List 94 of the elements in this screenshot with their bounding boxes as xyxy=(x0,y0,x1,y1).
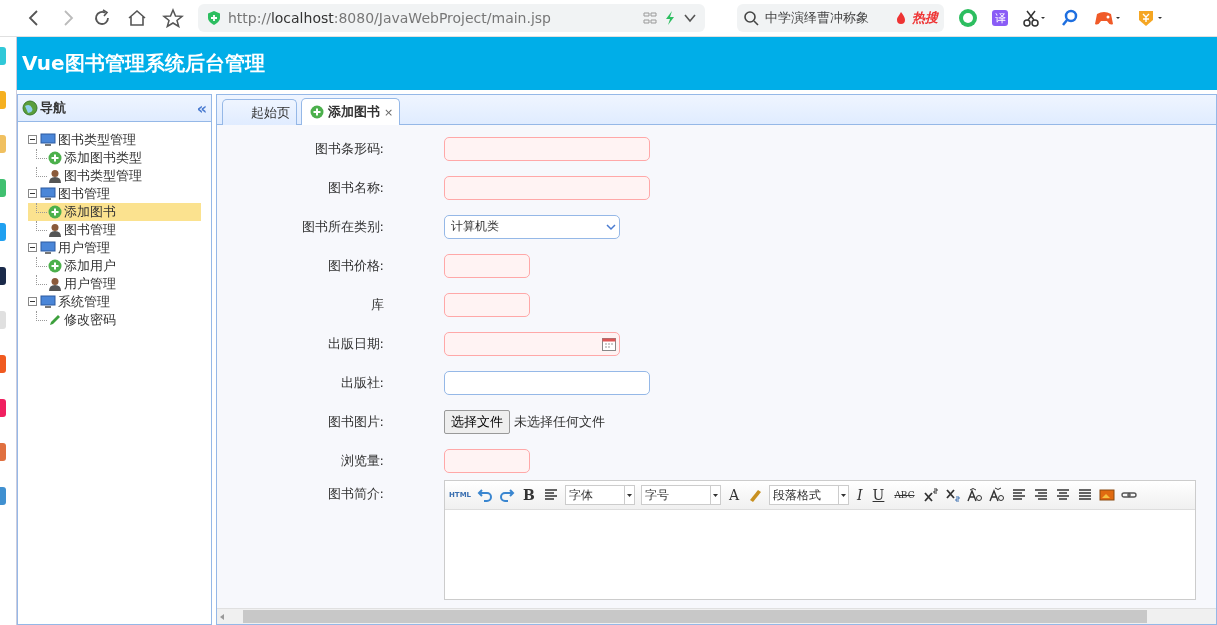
plus-circle-icon xyxy=(48,151,62,165)
tree-item[interactable]: 用户管理 xyxy=(28,275,201,293)
input-field[interactable] xyxy=(444,136,650,161)
superscript-icon[interactable] xyxy=(922,487,939,503)
tree-item[interactable]: 图书类型管理 xyxy=(58,131,136,149)
underline-button[interactable]: U xyxy=(870,487,887,503)
panel-title: 导航 xyxy=(40,99,67,117)
plus-circle-icon xyxy=(310,105,324,119)
grid-icon xyxy=(643,11,657,25)
strikethrough-button[interactable]: ABC xyxy=(892,490,917,500)
plus-circle-icon xyxy=(48,259,62,273)
file-status: 未选择任何文件 xyxy=(514,412,605,431)
field-label: 出版社: xyxy=(339,373,384,392)
close-tab-button[interactable]: × xyxy=(384,105,394,119)
tree-item[interactable]: 添加用户 xyxy=(28,257,201,275)
field-label: 图书简介: xyxy=(326,485,384,503)
monitor-icon xyxy=(40,187,56,201)
input-field[interactable] xyxy=(444,292,530,317)
align-right-icon[interactable] xyxy=(1032,487,1049,503)
search-icon xyxy=(743,10,759,26)
font-select[interactable]: 字体 xyxy=(564,485,635,505)
field-label: 出版日期: xyxy=(326,334,384,353)
star-icon[interactable] xyxy=(162,8,184,28)
dropdown-arrow-icon xyxy=(623,486,634,504)
subscript-icon[interactable] xyxy=(944,487,961,503)
collapse-icon[interactable] xyxy=(28,243,38,253)
collapse-icon[interactable] xyxy=(28,297,38,307)
justify-icon[interactable] xyxy=(1076,487,1093,503)
dropdown-arrow-icon xyxy=(838,486,849,504)
address-bar[interactable]: http://localhost:8080/JavaWebProject/main.jsp xyxy=(198,4,705,32)
tree-item[interactable]: 图书管理 xyxy=(58,185,110,203)
monitor-icon xyxy=(40,295,56,309)
input-field[interactable] xyxy=(444,175,650,200)
pencil-icon xyxy=(48,313,62,327)
input-field[interactable] xyxy=(444,370,650,395)
monitor-icon xyxy=(40,133,56,147)
tree-item[interactable]: 添加图书 xyxy=(28,203,201,221)
app-title: Vue图书管理系统后台管理 xyxy=(22,50,265,77)
user-icon xyxy=(48,169,62,183)
plus-circle-icon xyxy=(48,205,62,219)
category-select[interactable]: 计算机类 xyxy=(444,214,620,239)
user-icon xyxy=(48,223,62,237)
field-label: 图书图片: xyxy=(326,412,384,431)
tree-item[interactable]: 修改密码 xyxy=(28,311,201,329)
shield-icon xyxy=(206,10,222,26)
collapse-button[interactable]: « xyxy=(196,98,207,118)
date-field[interactable] xyxy=(444,331,620,356)
font-size-select[interactable]: 字号 xyxy=(640,485,721,505)
field-label: 图书名称: xyxy=(326,178,384,197)
font-color-button[interactable]: A xyxy=(726,487,742,503)
tree-item[interactable]: 图书管理 xyxy=(28,221,201,239)
indent-icon[interactable] xyxy=(542,487,559,503)
field-label: 图书条形码: xyxy=(313,139,384,158)
search-field[interactable]: 中学演绎曹冲称象 热搜 xyxy=(737,4,944,32)
globe-icon xyxy=(22,100,38,116)
magnifier-icon[interactable] xyxy=(1060,8,1080,28)
field-label: 浏览量: xyxy=(339,451,384,470)
lightning-icon xyxy=(663,10,677,26)
app-icon[interactable] xyxy=(0,267,6,285)
home-icon[interactable] xyxy=(126,8,148,28)
tab[interactable]: 起始页 xyxy=(222,99,297,125)
align-left-icon[interactable] xyxy=(1010,487,1027,503)
field-label: 库 xyxy=(370,295,384,314)
input-field[interactable] xyxy=(444,448,530,473)
bold-button[interactable]: B xyxy=(521,487,537,503)
paragraph-format-select[interactable]: 段落格式 xyxy=(769,485,850,505)
tree-item[interactable]: 添加图书类型 xyxy=(28,149,201,167)
redo-icon[interactable] xyxy=(499,487,516,503)
input-field[interactable] xyxy=(444,253,530,278)
collapse-icon[interactable] xyxy=(28,135,38,145)
translate-button[interactable]: 译 xyxy=(992,10,1008,26)
italic-button[interactable]: I xyxy=(855,487,865,503)
user-icon xyxy=(48,277,62,291)
tree-item[interactable]: 系统管理 xyxy=(58,293,110,311)
dropdown-arrow-icon xyxy=(709,486,720,504)
tab[interactable]: 添加图书 × xyxy=(301,98,401,125)
increase-font-icon[interactable] xyxy=(966,487,983,503)
scissors-icon[interactable] xyxy=(1022,8,1046,28)
decrease-font-icon[interactable] xyxy=(988,487,1005,503)
tree-item[interactable]: 图书类型管理 xyxy=(28,167,201,185)
image-icon[interactable] xyxy=(1098,487,1115,503)
monitor-icon xyxy=(40,241,56,255)
horizontal-scrollbar[interactable] xyxy=(217,608,1216,624)
collapse-icon[interactable] xyxy=(28,189,38,199)
highlight-icon[interactable] xyxy=(747,487,764,503)
field-label: 图书所在类别: xyxy=(300,217,384,236)
choose-file-button[interactable]: 选择文件 xyxy=(444,409,510,434)
field-label: 图书价格: xyxy=(326,256,384,275)
tree-item[interactable]: 用户管理 xyxy=(58,239,110,257)
calendar-icon[interactable] xyxy=(601,335,617,352)
reload-icon[interactable] xyxy=(92,8,112,28)
coin-icon[interactable] xyxy=(1136,8,1164,28)
align-center-icon[interactable] xyxy=(1054,487,1071,503)
undo-icon[interactable] xyxy=(477,487,494,503)
